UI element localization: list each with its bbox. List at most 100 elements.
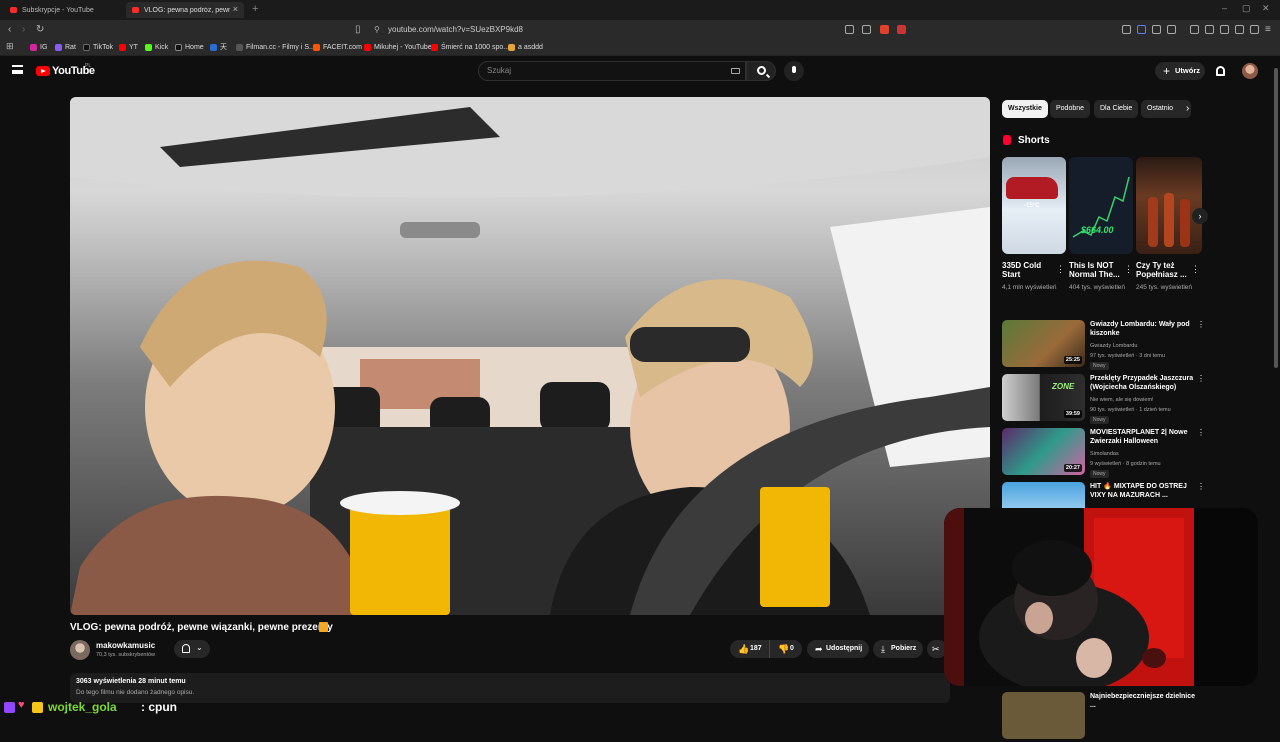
short-thumbnail[interactable] [1136,157,1202,254]
video-channel[interactable]: Gwiazdy Lombardu [1090,342,1137,350]
bookmark-smierc[interactable]: Śmierć na 1000 spo... [431,43,509,53]
vpn-icon[interactable] [1250,25,1259,34]
more-options-icon[interactable]: ⋮ [1191,264,1200,275]
description-box[interactable]: 3063 wyświetlenia 28 minut temu Do tego … [70,673,950,703]
youtube-favicon-icon [10,7,17,13]
video-player[interactable] [70,97,990,615]
video-title[interactable]: Przeklęty Przypadek Jaszczura (Wojciecha… [1090,374,1196,392]
sidebar-icon[interactable] [1205,25,1214,34]
recommended-video[interactable]: Najniebezpieczniejsze dzielnice ... [1002,692,1202,742]
video-channel[interactable]: Nie wiem, ale się dowiem! [1090,396,1154,404]
extension-icon[interactable] [1152,25,1161,34]
reload-icon[interactable]: ↻ [36,24,44,35]
brave-shield-icon[interactable] [880,25,889,34]
voice-search-button[interactable] [784,61,804,81]
video-thumbnail[interactable]: 25:25 [1002,320,1085,367]
chip-all[interactable]: Wszystkie [1002,100,1048,118]
forward-icon[interactable]: › [22,24,25,35]
short-thumbnail[interactable]: $664.00 [1069,157,1133,254]
extension-icon[interactable] [1137,25,1146,34]
back-icon[interactable]: ‹ [8,24,11,35]
thumbs-down-icon: 👎 [778,644,790,654]
bookmark-misc[interactable]: 天 [210,43,227,53]
bookmark-yt[interactable]: YT [119,43,138,53]
bookmark-tiktok[interactable]: TikTok [83,43,113,53]
chip-recent[interactable]: Ostatnio [1141,100,1191,118]
bookmark-kick[interactable]: Kick [145,43,168,53]
download-icon: ⤓ [881,644,885,654]
share-icon[interactable] [862,25,871,34]
youtube-logo-icon[interactable] [36,66,50,76]
video-title[interactable]: Gwiazdy Lombardu: Wały pod kiszonke [1090,320,1196,338]
dislike-button[interactable]: 👎 0 [770,640,802,658]
download-button[interactable]: ⤓ Pobierz [873,640,923,658]
brave-rewards-icon[interactable] [897,25,906,34]
video-thumbnail[interactable]: 20:27 [1002,428,1085,475]
account-avatar[interactable] [1242,63,1258,79]
video-channel[interactable]: Simolandas [1090,450,1119,458]
extensions-icon[interactable] [1220,25,1229,34]
bookmark-icon[interactable]: ▯ [355,24,361,35]
leo-icon[interactable] [1235,25,1244,34]
close-window-icon[interactable]: ✕ [1262,3,1270,14]
extension-icon[interactable] [1122,25,1131,34]
recommended-video[interactable]: 25:25 Gwiazdy Lombardu: Wały pod kiszonk… [1002,320,1205,370]
video-thumbnail[interactable] [1002,692,1085,739]
bookmark-asddd[interactable]: a asddd [508,43,543,53]
chip-related[interactable]: Podobne [1050,100,1091,118]
bookmark-home[interactable]: Home [175,43,204,53]
like-button[interactable]: 👍 187 [730,640,770,658]
channel-subscribers: 70,3 tys. subskrybentów [96,652,156,658]
keyboard-icon[interactable] [731,68,740,74]
channel-avatar[interactable] [70,640,90,660]
apps-grid-icon[interactable]: ⊞ [6,41,14,52]
site-info-icon[interactable]: ⚲ [374,23,380,37]
more-options-icon[interactable]: ⋮ [1124,264,1133,275]
notifications-bell-icon[interactable] [1216,66,1225,76]
chevron-right-icon[interactable]: › [1186,103,1189,114]
scrollbar-thumb[interactable] [1274,68,1278,368]
video-title[interactable]: Najniebezpieczniejsze dzielnice ... [1090,692,1196,710]
recommended-video[interactable]: 20:27 MOVIESTARPLANET 2| Nowe Zwierzaki … [1002,428,1205,478]
maximize-icon[interactable]: ▢ [1242,3,1251,14]
share-button[interactable]: ➦ Udostępnij [807,640,869,658]
recommended-video[interactable]: ZONE 39:59 Przeklęty Przypadek Jaszczura… [1002,374,1205,424]
bookmark-ig[interactable]: IG [30,43,47,53]
search-input[interactable]: Szukaj [478,61,746,81]
more-options-icon[interactable]: ⋮ [1197,482,1205,491]
bookmark-filman[interactable]: Filman.cc - Filmy i S... [236,43,315,53]
video-title[interactable]: MOVIESTARPLANET 2| Nowe Zwierzaki Hallow… [1090,428,1196,446]
channel-name[interactable]: makowkamusic [96,641,155,650]
menu-icon[interactable] [12,65,23,74]
shorts-next-button[interactable]: › [1192,208,1208,224]
bookmark-faceit[interactable]: FACEIT.com [313,43,362,53]
more-options-icon[interactable]: ⋮ [1197,374,1205,383]
video-title[interactable]: HIT 🔥 MIXTAPE DO OSTREJ VIXY NA MAZURACH… [1090,482,1196,500]
media-icon[interactable] [1190,25,1199,34]
more-options-icon[interactable]: ⋮ [1197,320,1205,329]
close-tab-icon[interactable]: × [233,4,238,14]
extension-icon[interactable] [1167,25,1176,34]
subscription-bell-button[interactable]: ⌄ [174,640,210,658]
bookmark-rat[interactable]: Rat [55,43,76,53]
browser-tab[interactable]: Subskrypcje - YouTube [4,2,122,18]
new-tab-button[interactable]: + [252,3,258,15]
more-options-icon[interactable]: ⋮ [1197,428,1205,437]
short-title[interactable]: Czy Ty też Popełniasz ... [1136,261,1192,279]
chip-for-you[interactable]: Dla Ciebie [1094,100,1139,118]
more-options-icon[interactable]: ⋮ [1056,264,1065,275]
url-field[interactable]: ⚲ youtube.com/watch?v=SUezBXP9kd8 [370,23,890,37]
short-thumbnail[interactable]: -15°C [1002,157,1066,254]
short-title[interactable]: This Is NOT Normal The... [1069,261,1125,279]
browser-tab-active[interactable]: VLOG: pewna podróż, pewne... × [126,2,244,18]
menu-icon[interactable]: ≡ [1265,24,1271,35]
page-scrollbar[interactable] [1272,60,1280,700]
video-thumbnail[interactable]: ZONE 39:59 [1002,374,1085,421]
minimize-icon[interactable]: – [1222,3,1227,13]
bookmark-mikuhej[interactable]: Mikuhej - YouTube [364,43,432,53]
cast-icon[interactable] [845,25,854,34]
search-button[interactable] [746,61,776,81]
short-title[interactable]: 335D Cold Start [1002,261,1058,279]
create-button[interactable]: + Utwórz [1155,62,1205,80]
plus-icon: + [1163,64,1171,78]
